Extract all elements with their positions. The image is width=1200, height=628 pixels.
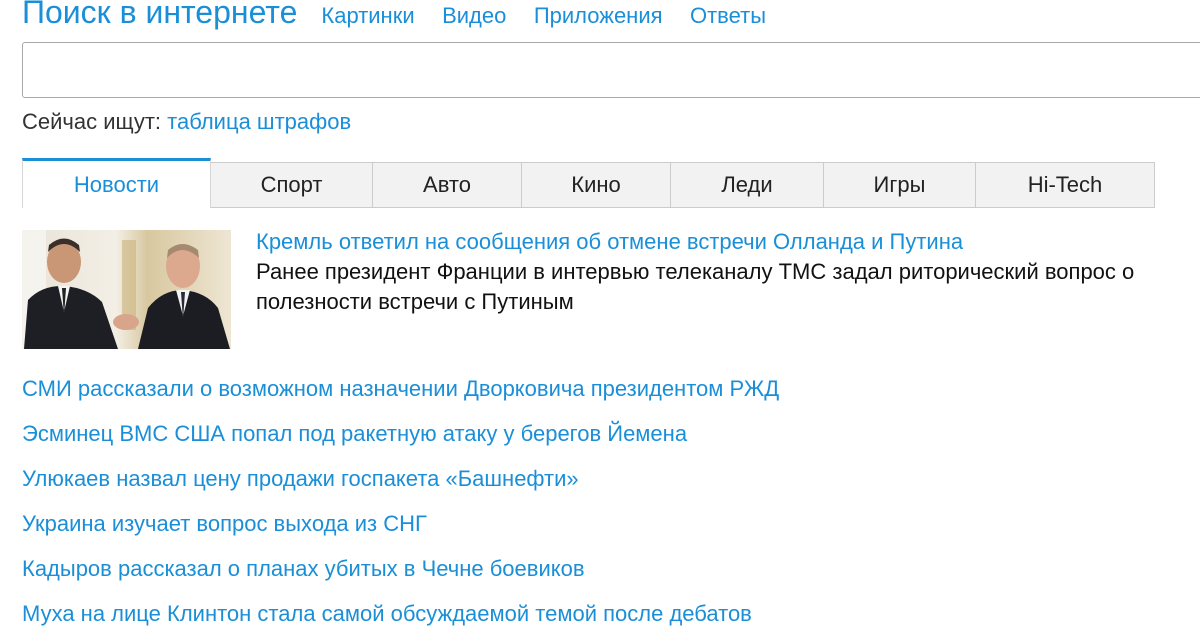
header: Поиск в интернете Картинки Видео Приложе… — [22, 0, 789, 31]
tab-lady[interactable]: Леди — [671, 162, 824, 208]
search-input[interactable] — [23, 43, 1200, 97]
tab-news[interactable]: Новости — [22, 158, 211, 208]
headline-list: СМИ рассказали о возможном назначении Дв… — [22, 374, 779, 628]
news-category-tabs: Новости Спорт Авто Кино Леди Игры Hi-Tec… — [22, 158, 1155, 208]
lead-story-text: Кремль ответил на сообщения об отмене вс… — [256, 227, 1156, 349]
tab-games[interactable]: Игры — [824, 162, 976, 208]
trending-query-link[interactable]: таблица штрафов — [167, 109, 351, 134]
tab-auto[interactable]: Авто — [373, 162, 522, 208]
headline-link[interactable]: Муха на лице Клинтон стала самой обсужда… — [22, 601, 752, 626]
trending-searches: Сейчас ищут: таблица штрафов — [22, 109, 351, 135]
search-portal-page: Поиск в интернете Картинки Видео Приложе… — [0, 0, 1200, 628]
headline-link[interactable]: Улюкаев назвал цену продажи госпакета «Б… — [22, 466, 579, 491]
list-item: Муха на лице Клинтон стала самой обсужда… — [22, 599, 779, 628]
search-box — [22, 42, 1200, 98]
handshake-photo — [22, 230, 231, 349]
lead-story-title[interactable]: Кремль ответил на сообщения об отмене вс… — [256, 227, 1156, 257]
list-item: СМИ рассказали о возможном назначении Дв… — [22, 374, 779, 419]
lead-story-thumbnail[interactable] — [22, 230, 231, 349]
tab-sport[interactable]: Спорт — [211, 162, 373, 208]
list-item: Украина изучает вопрос выхода из СНГ — [22, 509, 779, 554]
trending-label: Сейчас ищут: — [22, 109, 162, 134]
headline-link[interactable]: Кадыров рассказал о планах убитых в Чечн… — [22, 556, 585, 581]
headline-link[interactable]: Украина изучает вопрос выхода из СНГ — [22, 511, 427, 536]
headline-link[interactable]: Эсминец ВМС США попал под ракетную атаку… — [22, 421, 687, 446]
lead-story: Кремль ответил на сообщения об отмене вс… — [22, 227, 1156, 349]
tab-cinema[interactable]: Кино — [522, 162, 671, 208]
lead-story-summary: Ранее президент Франции в интервью телек… — [256, 259, 1135, 314]
tab-hitech[interactable]: Hi-Tech — [976, 162, 1155, 208]
nav-link-images[interactable]: Картинки — [321, 3, 414, 28]
headline-link[interactable]: СМИ рассказали о возможном назначении Дв… — [22, 376, 779, 401]
nav-link-apps[interactable]: Приложения — [534, 3, 663, 28]
search-type-nav: Картинки Видео Приложения Ответы — [321, 3, 789, 29]
list-item: Кадыров рассказал о планах убитых в Чечн… — [22, 554, 779, 599]
nav-link-answers[interactable]: Ответы — [690, 3, 766, 28]
site-logo[interactable]: Поиск в интернете — [22, 0, 297, 31]
list-item: Улюкаев назвал цену продажи госпакета «Б… — [22, 464, 779, 509]
list-item: Эсминец ВМС США попал под ракетную атаку… — [22, 419, 779, 464]
nav-link-video[interactable]: Видео — [442, 3, 506, 28]
